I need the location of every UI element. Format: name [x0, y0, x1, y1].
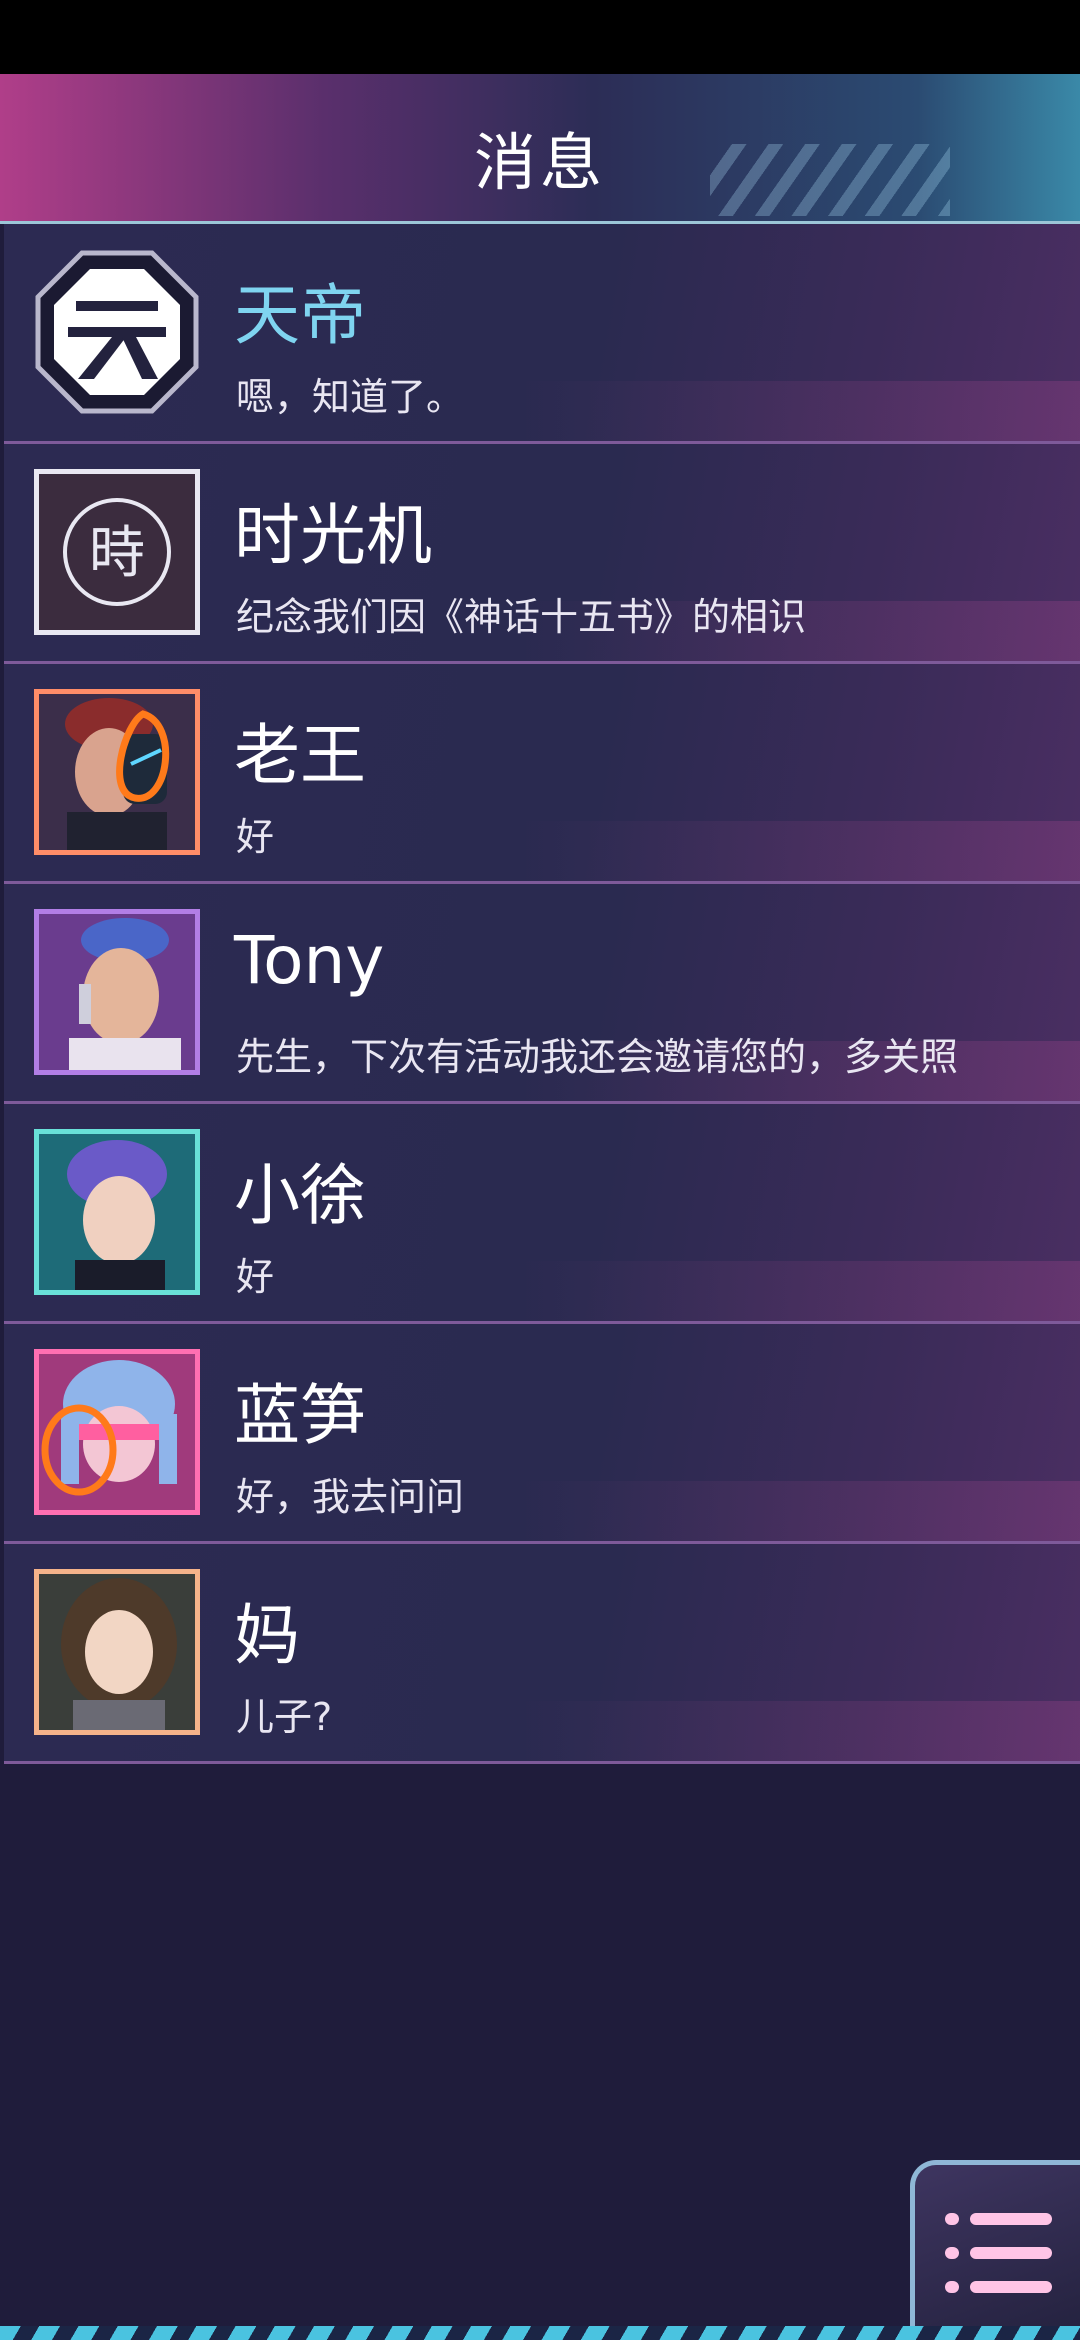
last-message: 好: [236, 815, 275, 859]
last-message: 嗯，知道了。: [236, 375, 465, 419]
svg-text:時: 時: [89, 521, 145, 586]
woman-avatar-icon: [34, 1349, 200, 1515]
conversation-item[interactable]: 小徐 好: [4, 1104, 1080, 1324]
contact-name: 妈: [234, 1597, 300, 1674]
conversation-item[interactable]: Tony 先生，下次有活动我还会邀请您的，多关照: [4, 884, 1080, 1104]
conversation-item[interactable]: 妈 儿子?: [4, 1544, 1080, 1764]
last-message: 好，我去问问: [236, 1475, 465, 1519]
last-message: 儿子?: [236, 1695, 333, 1739]
last-message: 纪念我们因《神话十五书》的相识: [236, 595, 807, 639]
man-avatar-icon: [34, 689, 200, 855]
tian-emblem-icon: [34, 249, 200, 415]
app-header: 消息: [0, 74, 1080, 224]
man-avatar-icon: [34, 1129, 200, 1295]
contact-name: 时光机: [234, 497, 432, 574]
status-bar: [0, 0, 1080, 74]
footer-stripes-decoration: [0, 2326, 1080, 2340]
page-title: 消息: [473, 126, 606, 199]
last-message: 好: [236, 1255, 275, 1299]
conversation-list: 天帝 嗯，知道了。 時 时光机 纪念我们因《神话十五书》的相识 老王 好 Ton…: [4, 224, 1080, 1764]
woman-avatar-icon: [34, 1569, 200, 1735]
contact-name: 小徐: [234, 1157, 366, 1234]
contact-name: 蓝笋: [234, 1377, 366, 1454]
time-machine-seal-icon: 時: [34, 469, 200, 635]
conversation-item[interactable]: 老王 好: [4, 664, 1080, 884]
contact-name: 天帝: [234, 277, 366, 354]
last-message: 先生，下次有活动我还会邀请您的，多关照: [236, 1035, 959, 1079]
menu-button[interactable]: [910, 2160, 1080, 2340]
contact-name: 老王: [234, 717, 366, 794]
man-avatar-icon: [34, 909, 200, 1075]
conversation-item[interactable]: 蓝笋 好，我去问问: [4, 1324, 1080, 1544]
contact-name: Tony: [234, 922, 385, 999]
conversation-item[interactable]: 時 时光机 纪念我们因《神话十五书》的相识: [4, 444, 1080, 664]
conversation-item[interactable]: 天帝 嗯，知道了。: [4, 224, 1080, 444]
